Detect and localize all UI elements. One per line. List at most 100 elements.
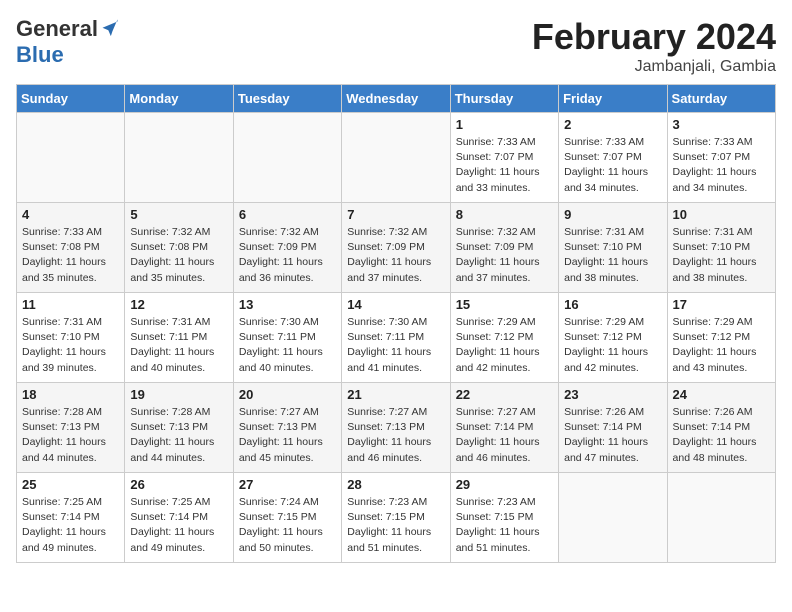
day-info: Sunrise: 7:28 AM Sunset: 7:13 PM Dayligh… <box>22 405 119 466</box>
day-info: Sunrise: 7:28 AM Sunset: 7:13 PM Dayligh… <box>130 405 227 466</box>
day-number: 20 <box>239 387 336 402</box>
day-info: Sunrise: 7:33 AM Sunset: 7:07 PM Dayligh… <box>456 135 553 196</box>
day-number: 11 <box>22 297 119 312</box>
day-number: 21 <box>347 387 444 402</box>
calendar-cell: 18Sunrise: 7:28 AM Sunset: 7:13 PM Dayli… <box>17 383 125 473</box>
week-row-5: 25 Sunrise: 7:25 AM Sunset: 7:14 PM Dayli… <box>17 473 776 563</box>
day-info: Sunrise: 7:33 AM Sunset: 7:07 PM Dayligh… <box>673 135 770 196</box>
calendar-cell: 24 Sunrise: 7:26 AM Sunset: 7:14 PM Dayli… <box>667 383 775 473</box>
calendar-cell: 20 Sunrise: 7:27 AM Sunset: 7:13 PM Dayli… <box>233 383 341 473</box>
calendar-table: SundayMondayTuesdayWednesdayThursdayFrid… <box>16 84 776 563</box>
week-row-1: 1 Sunrise: 7:33 AM Sunset: 7:07 PM Daylig… <box>17 113 776 203</box>
calendar-cell <box>233 113 341 203</box>
day-info: Sunrise: 7:23 AM Sunset: 7:15 PM Dayligh… <box>347 495 444 556</box>
day-number: 6 <box>239 207 336 222</box>
calendar-cell: 13 Sunrise: 7:30 AM Sunset: 7:11 PM Dayli… <box>233 293 341 383</box>
calendar-cell: 29 Sunrise: 7:23 AM Sunset: 7:15 PM Dayli… <box>450 473 558 563</box>
page-header: General Blue February 2024 Jambanjali, G… <box>16 16 776 76</box>
calendar-cell: 12Sunrise: 7:31 AM Sunset: 7:11 PM Dayli… <box>125 293 233 383</box>
calendar-cell: 5 Sunrise: 7:32 AM Sunset: 7:08 PM Daylig… <box>125 203 233 293</box>
day-number: 26 <box>130 477 227 492</box>
day-number: 16 <box>564 297 661 312</box>
calendar-cell: 2Sunrise: 7:33 AM Sunset: 7:07 PM Daylig… <box>559 113 667 203</box>
calendar-cell: 15Sunrise: 7:29 AM Sunset: 7:12 PM Dayli… <box>450 293 558 383</box>
day-info: Sunrise: 7:31 AM Sunset: 7:10 PM Dayligh… <box>564 225 661 286</box>
calendar-cell: 1 Sunrise: 7:33 AM Sunset: 7:07 PM Daylig… <box>450 113 558 203</box>
day-number: 3 <box>673 117 770 132</box>
day-number: 9 <box>564 207 661 222</box>
day-info: Sunrise: 7:32 AM Sunset: 7:09 PM Dayligh… <box>347 225 444 286</box>
logo-blue-text: Blue <box>16 42 64 68</box>
month-title: February 2024 <box>532 16 776 58</box>
day-info: Sunrise: 7:29 AM Sunset: 7:12 PM Dayligh… <box>456 315 553 376</box>
day-info: Sunrise: 7:26 AM Sunset: 7:14 PM Dayligh… <box>564 405 661 466</box>
day-number: 28 <box>347 477 444 492</box>
day-info: Sunrise: 7:31 AM Sunset: 7:10 PM Dayligh… <box>22 315 119 376</box>
day-number: 29 <box>456 477 553 492</box>
day-number: 23 <box>564 387 661 402</box>
calendar-cell: 17Sunrise: 7:29 AM Sunset: 7:12 PM Dayli… <box>667 293 775 383</box>
day-number: 10 <box>673 207 770 222</box>
day-info: Sunrise: 7:23 AM Sunset: 7:15 PM Dayligh… <box>456 495 553 556</box>
day-info: Sunrise: 7:32 AM Sunset: 7:09 PM Dayligh… <box>239 225 336 286</box>
calendar-cell: 9 Sunrise: 7:31 AM Sunset: 7:10 PM Daylig… <box>559 203 667 293</box>
calendar-header-sunday: Sunday <box>17 85 125 113</box>
day-info: Sunrise: 7:25 AM Sunset: 7:14 PM Dayligh… <box>130 495 227 556</box>
calendar-cell: 8 Sunrise: 7:32 AM Sunset: 7:09 PM Daylig… <box>450 203 558 293</box>
calendar-header-wednesday: Wednesday <box>342 85 450 113</box>
calendar-cell: 19Sunrise: 7:28 AM Sunset: 7:13 PM Dayli… <box>125 383 233 473</box>
week-row-2: 4Sunrise: 7:33 AM Sunset: 7:08 PM Daylig… <box>17 203 776 293</box>
calendar-cell: 23 Sunrise: 7:26 AM Sunset: 7:14 PM Dayli… <box>559 383 667 473</box>
day-number: 5 <box>130 207 227 222</box>
day-number: 8 <box>456 207 553 222</box>
day-number: 2 <box>564 117 661 132</box>
day-number: 4 <box>22 207 119 222</box>
calendar-cell: 25 Sunrise: 7:25 AM Sunset: 7:14 PM Dayli… <box>17 473 125 563</box>
calendar-cell: 4Sunrise: 7:33 AM Sunset: 7:08 PM Daylig… <box>17 203 125 293</box>
day-number: 13 <box>239 297 336 312</box>
calendar-cell <box>667 473 775 563</box>
day-info: Sunrise: 7:27 AM Sunset: 7:13 PM Dayligh… <box>347 405 444 466</box>
calendar-cell <box>342 113 450 203</box>
calendar-header-monday: Monday <box>125 85 233 113</box>
day-info: Sunrise: 7:29 AM Sunset: 7:12 PM Dayligh… <box>673 315 770 376</box>
day-info: Sunrise: 7:29 AM Sunset: 7:12 PM Dayligh… <box>564 315 661 376</box>
day-number: 25 <box>22 477 119 492</box>
location-title: Jambanjali, Gambia <box>532 58 776 76</box>
day-number: 7 <box>347 207 444 222</box>
calendar-cell: 21 Sunrise: 7:27 AM Sunset: 7:13 PM Dayli… <box>342 383 450 473</box>
calendar-header-friday: Friday <box>559 85 667 113</box>
day-number: 1 <box>456 117 553 132</box>
logo-bird-icon <box>100 19 120 39</box>
calendar-cell: 3 Sunrise: 7:33 AM Sunset: 7:07 PM Daylig… <box>667 113 775 203</box>
logo: General Blue <box>16 16 120 68</box>
day-info: Sunrise: 7:24 AM Sunset: 7:15 PM Dayligh… <box>239 495 336 556</box>
calendar-cell: 27 Sunrise: 7:24 AM Sunset: 7:15 PM Dayli… <box>233 473 341 563</box>
calendar-header-row: SundayMondayTuesdayWednesdayThursdayFrid… <box>17 85 776 113</box>
calendar-cell: 14Sunrise: 7:30 AM Sunset: 7:11 PM Dayli… <box>342 293 450 383</box>
calendar-cell <box>125 113 233 203</box>
calendar-cell <box>17 113 125 203</box>
calendar-cell: 7 Sunrise: 7:32 AM Sunset: 7:09 PM Daylig… <box>342 203 450 293</box>
calendar-header-saturday: Saturday <box>667 85 775 113</box>
calendar-cell: 26 Sunrise: 7:25 AM Sunset: 7:14 PM Dayli… <box>125 473 233 563</box>
day-info: Sunrise: 7:32 AM Sunset: 7:09 PM Dayligh… <box>456 225 553 286</box>
calendar-cell: 11 Sunrise: 7:31 AM Sunset: 7:10 PM Dayli… <box>17 293 125 383</box>
day-info: Sunrise: 7:26 AM Sunset: 7:14 PM Dayligh… <box>673 405 770 466</box>
day-info: Sunrise: 7:31 AM Sunset: 7:11 PM Dayligh… <box>130 315 227 376</box>
calendar-cell: 22Sunrise: 7:27 AM Sunset: 7:14 PM Dayli… <box>450 383 558 473</box>
day-info: Sunrise: 7:27 AM Sunset: 7:14 PM Dayligh… <box>456 405 553 466</box>
calendar-header-thursday: Thursday <box>450 85 558 113</box>
day-info: Sunrise: 7:25 AM Sunset: 7:14 PM Dayligh… <box>22 495 119 556</box>
day-number: 24 <box>673 387 770 402</box>
calendar-cell: 6 Sunrise: 7:32 AM Sunset: 7:09 PM Daylig… <box>233 203 341 293</box>
day-number: 27 <box>239 477 336 492</box>
calendar-cell: 28 Sunrise: 7:23 AM Sunset: 7:15 PM Dayli… <box>342 473 450 563</box>
logo-general-text: General <box>16 16 98 42</box>
day-info: Sunrise: 7:27 AM Sunset: 7:13 PM Dayligh… <box>239 405 336 466</box>
day-info: Sunrise: 7:32 AM Sunset: 7:08 PM Dayligh… <box>130 225 227 286</box>
day-info: Sunrise: 7:31 AM Sunset: 7:10 PM Dayligh… <box>673 225 770 286</box>
day-info: Sunrise: 7:30 AM Sunset: 7:11 PM Dayligh… <box>239 315 336 376</box>
day-number: 14 <box>347 297 444 312</box>
calendar-cell: 10 Sunrise: 7:31 AM Sunset: 7:10 PM Dayli… <box>667 203 775 293</box>
